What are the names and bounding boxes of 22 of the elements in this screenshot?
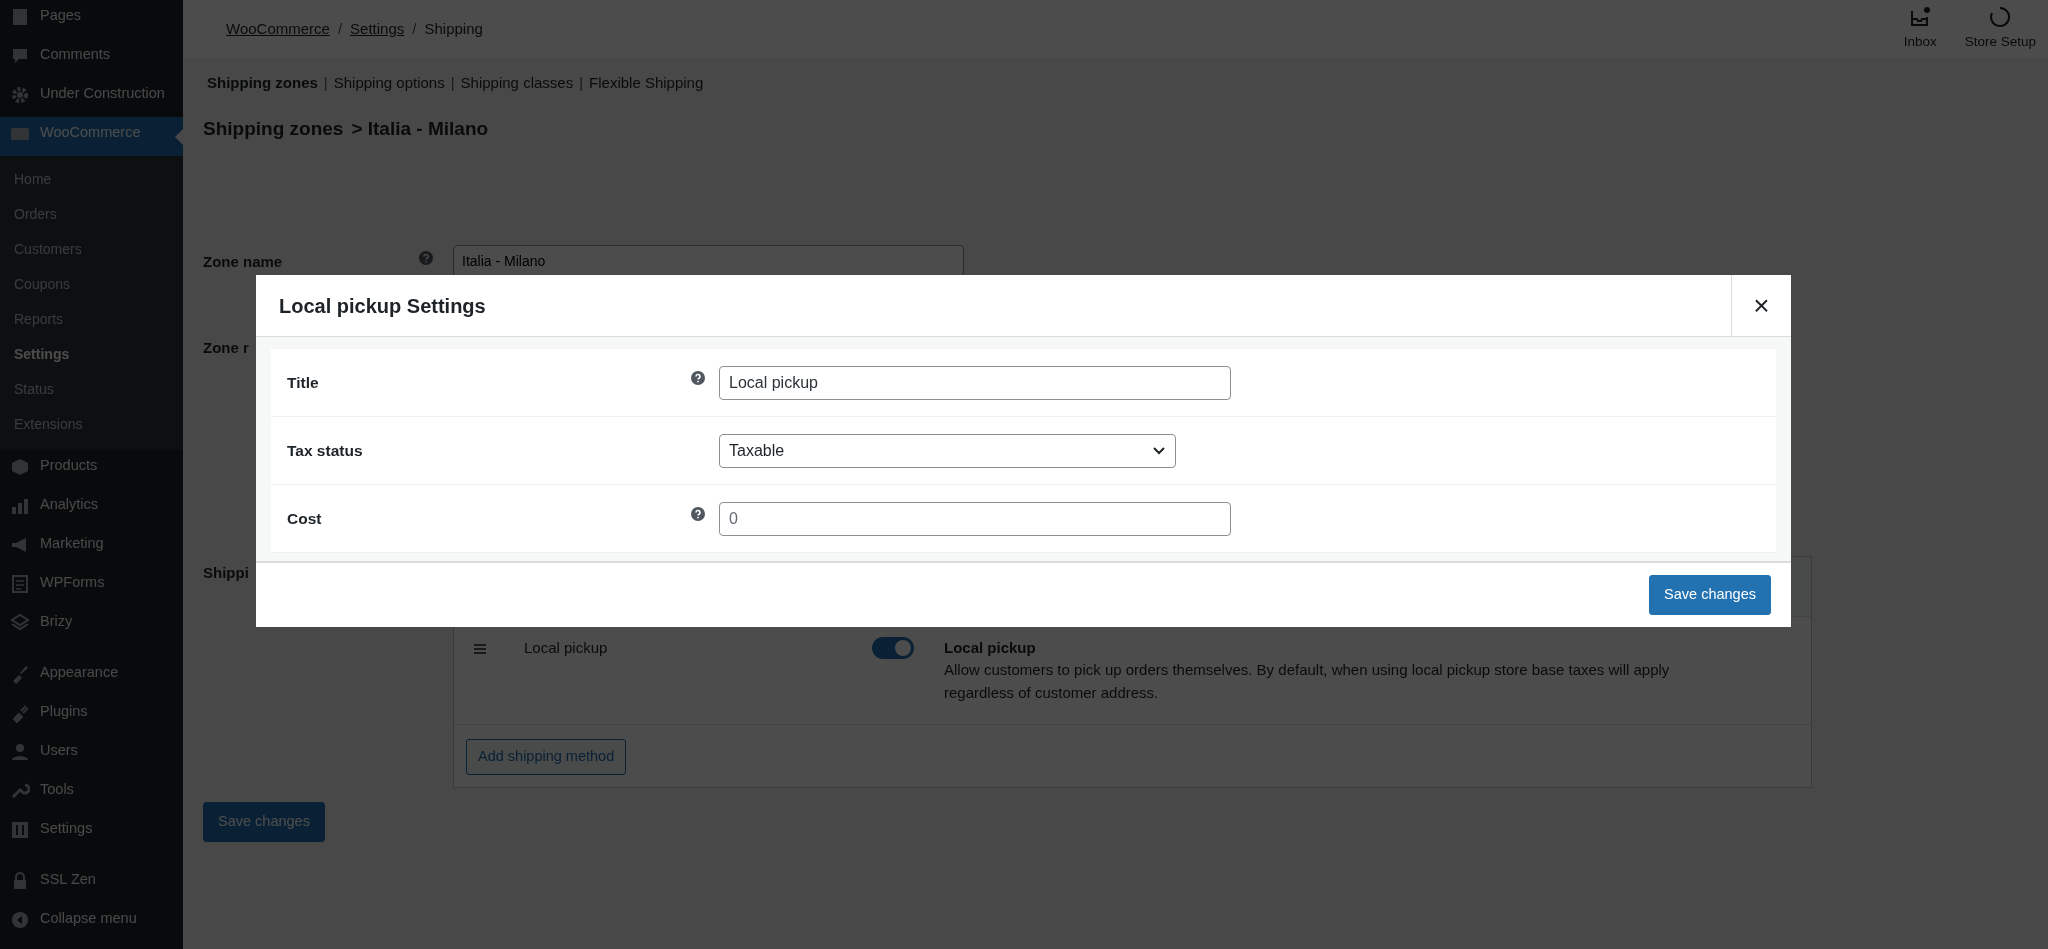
field-label: Zone r <box>203 338 249 358</box>
method-name: Local pickup <box>524 637 609 658</box>
dialog-title: Local pickup Settings <box>278 293 487 318</box>
text-field[interactable]: Local pickup <box>719 365 1231 400</box>
breadcrumb-current: Shipping <box>424 18 483 39</box>
text-field[interactable]: 0 <box>719 501 1231 536</box>
field-label: Tax status <box>287 440 363 461</box>
field-label: Title <box>287 372 319 393</box>
field-label: Cost <box>287 508 322 529</box>
breadcrumb-separator: / <box>412 18 417 39</box>
breadcrumb-separator: / <box>337 18 343 39</box>
nav-separator: | <box>579 73 584 93</box>
chevron-down-icon <box>1152 446 1166 457</box>
save-button[interactable]: Save changes <box>1649 575 1771 615</box>
field-label: Shippi <box>203 562 249 583</box>
select-field[interactable]: Taxable <box>719 433 1176 468</box>
method-description: Allow customers to pick up orders themselves. By default, when using local pickup store base taxes will apply regardless of customer address. <box>944 660 1671 703</box>
page-heading: > Italia - Milano <box>351 116 489 141</box>
field-label: Zone name <box>203 252 283 272</box>
nav-separator: | <box>323 73 328 93</box>
method-title: Local pickup <box>944 637 1037 658</box>
nav-separator: | <box>450 73 455 93</box>
